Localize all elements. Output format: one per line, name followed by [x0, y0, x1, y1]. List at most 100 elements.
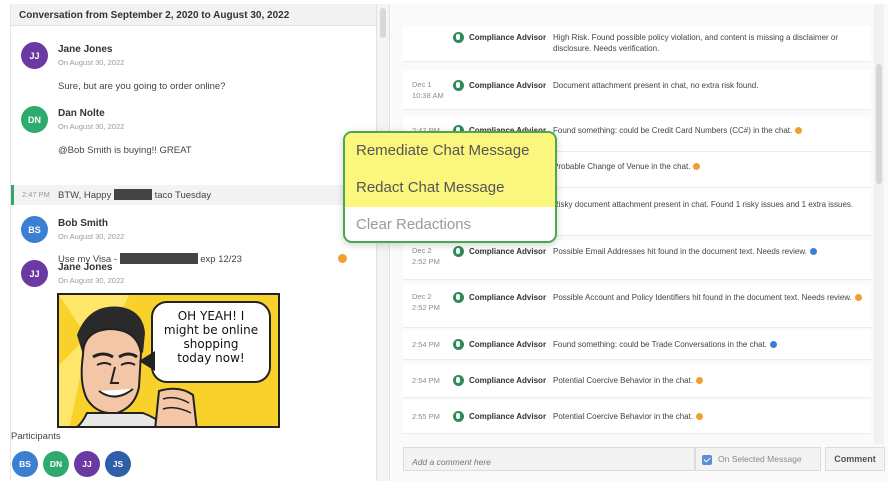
on-selected-message-label: On Selected Message: [718, 454, 802, 464]
alert-text: Probable Change of Venue in the chat.: [553, 161, 863, 172]
menu-item-remediate[interactable]: Remediate Chat Message: [345, 133, 555, 170]
speech-line: today now!: [177, 351, 245, 365]
alert-text: Potential Coercive Behavior in the chat.: [553, 411, 863, 422]
alert-time: 2:55 PM: [412, 412, 440, 421]
alert-text: Document attachment present in chat, no …: [553, 80, 863, 91]
alert-date: Dec 2: [412, 246, 432, 255]
message-list[interactable]: JJ Jane Jones On August 30, 2022 Sure, b…: [11, 26, 377, 428]
alert-date: Dec 2: [412, 292, 432, 301]
message-header: JJ Jane Jones On August 30, 2022: [21, 260, 361, 290]
alert-time: 2:54 PM: [412, 376, 440, 385]
speech-line: might be online: [163, 323, 259, 337]
warning-dot-icon[interactable]: [696, 413, 704, 420]
alert-time: 10:38 AM: [412, 91, 444, 100]
alert-message: Found something: could be Trade Conversa…: [553, 340, 767, 349]
alert-label: Compliance Advisor: [469, 293, 547, 302]
message-header: JJ Jane Jones On August 30, 2022: [21, 42, 361, 72]
comic-image[interactable]: OH YEAH! I might be online shopping toda…: [57, 293, 280, 428]
avatar[interactable]: BS: [21, 216, 48, 243]
compliance-shield-icon: [453, 411, 464, 422]
alert-row[interactable]: Compliance Advisor High Risk. Found poss…: [403, 26, 871, 62]
avatar[interactable]: JJ: [21, 42, 48, 69]
alert-text: High Risk. Found possible policy violati…: [553, 32, 863, 54]
comment-input[interactable]: [403, 447, 695, 471]
alert-message: Probable Change of Venue in the chat.: [553, 162, 691, 171]
alert-time: 2:52 PM: [412, 303, 440, 312]
redaction-bar: [113, 189, 152, 200]
message-header: BS Bob Smith On August 30, 2022: [21, 216, 361, 246]
message-date: On August 30, 2022: [58, 122, 125, 131]
alert-date: Dec 1: [412, 80, 432, 89]
message-author: Jane Jones: [58, 44, 113, 55]
alert-row[interactable]: 2:55 PM Compliance Advisor Potential Coe…: [403, 400, 871, 434]
message-date: On August 30, 2022: [58, 232, 125, 241]
selected-message-row[interactable]: 2:47 PM BTW, Happy taco Tuesday: [11, 185, 377, 205]
compliance-shield-icon: [453, 246, 464, 257]
alert-time: 2:54 PM: [412, 340, 440, 349]
conversation-header: Conversation from September 2, 2020 to A…: [11, 4, 376, 26]
alert-text: Found something: could be Credit Card Nu…: [553, 125, 863, 136]
alert-text: Possible Account and Policy Identifiers …: [553, 292, 863, 303]
alert-message: Document attachment present in chat, no …: [553, 81, 759, 90]
alert-label: Compliance Advisor: [469, 81, 547, 90]
alert-text: Potential Coercive Behavior in the chat.: [553, 375, 863, 386]
message-time: 2:47 PM: [22, 190, 50, 199]
alert-row[interactable]: 2:54 PM Compliance Advisor Potential Coe…: [403, 364, 871, 398]
speech-line: OH YEAH! I: [177, 309, 245, 323]
warning-dot-icon[interactable]: [854, 294, 862, 301]
alert-label: Compliance Advisor: [469, 412, 547, 421]
compliance-shield-icon: [453, 32, 464, 43]
on-selected-message-toggle[interactable]: On Selected Message: [695, 447, 821, 471]
participant-avatar[interactable]: DN: [43, 451, 69, 477]
warning-dot-icon[interactable]: [795, 127, 803, 134]
avatar[interactable]: JJ: [21, 260, 48, 287]
checkbox-checked-icon[interactable]: [702, 455, 712, 465]
alert-text: Found something: could be Trade Conversa…: [553, 339, 863, 350]
message-date: On August 30, 2022: [58, 58, 125, 67]
message-author: Bob Smith: [58, 218, 108, 229]
message-author: Dan Nolte: [58, 108, 105, 119]
alert-time: 2:52 PM: [412, 257, 440, 266]
compliance-shield-icon: [453, 375, 464, 386]
conversation-panel: Conversation from September 2, 2020 to A…: [10, 4, 377, 481]
alert-row[interactable]: 2:54 PM Compliance Advisor Found somethi…: [403, 330, 871, 360]
comment-button[interactable]: Comment: [825, 447, 885, 471]
info-dot-icon[interactable]: [769, 341, 777, 348]
speech-line: shopping: [183, 337, 239, 351]
message-header: DN Dan Nolte On August 30, 2022: [21, 106, 361, 136]
message-text[interactable]: @Bob Smith is buying!! GREAT: [58, 145, 192, 156]
alert-text: Possible Email Addresses hit found in th…: [553, 246, 863, 257]
alert-label: Compliance Advisor: [469, 340, 547, 349]
scrollbar-thumb[interactable]: [380, 8, 386, 38]
alert-row[interactable]: Dec 2 2:52 PM Compliance Advisor Possibl…: [403, 284, 871, 328]
participant-avatar[interactable]: JS: [105, 451, 131, 477]
message-text-after: taco Tuesday: [154, 190, 212, 201]
warning-dot-icon[interactable]: [696, 377, 704, 384]
warning-dot-icon[interactable]: [693, 163, 701, 170]
scrollbar-thumb[interactable]: [876, 64, 882, 184]
participant-avatar[interactable]: BS: [12, 451, 38, 477]
menu-item-clear-redactions[interactable]: Clear Redactions: [345, 207, 555, 241]
alert-message: Possible Account and Policy Identifiers …: [553, 293, 852, 302]
alerts-scrollbar[interactable]: [874, 4, 884, 444]
alert-row[interactable]: Dec 2 2:52 PM Compliance Advisor Possibl…: [403, 240, 871, 280]
alert-label: Compliance Advisor: [469, 376, 547, 385]
message-author: Jane Jones: [58, 262, 113, 273]
alert-row[interactable]: Dec 1 10:38 AM Compliance Advisor Docume…: [403, 70, 871, 110]
alert-message: Potential Coercive Behavior in the chat.: [553, 376, 694, 385]
message-date: On August 30, 2022: [58, 276, 125, 285]
compliance-shield-icon: [453, 292, 464, 303]
alert-label: Compliance Advisor: [469, 33, 547, 42]
alert-message: High Risk. Found possible policy violati…: [553, 33, 839, 53]
alert-label: Compliance Advisor: [469, 247, 547, 256]
menu-item-redact[interactable]: Redact Chat Message: [345, 170, 555, 207]
participant-avatar[interactable]: JJ: [74, 451, 100, 477]
alert-message: Potential Coercive Behavior in the chat.: [553, 412, 694, 421]
alert-text: Risky document attachment present in cha…: [553, 199, 863, 210]
avatar[interactable]: DN: [21, 106, 48, 133]
message-text[interactable]: Sure, but are you going to order online?: [58, 81, 225, 92]
info-dot-icon[interactable]: [809, 248, 817, 255]
compliance-shield-icon: [453, 339, 464, 350]
alert-message: Found something: could be Credit Card Nu…: [553, 126, 793, 135]
compliance-shield-icon: [453, 80, 464, 91]
